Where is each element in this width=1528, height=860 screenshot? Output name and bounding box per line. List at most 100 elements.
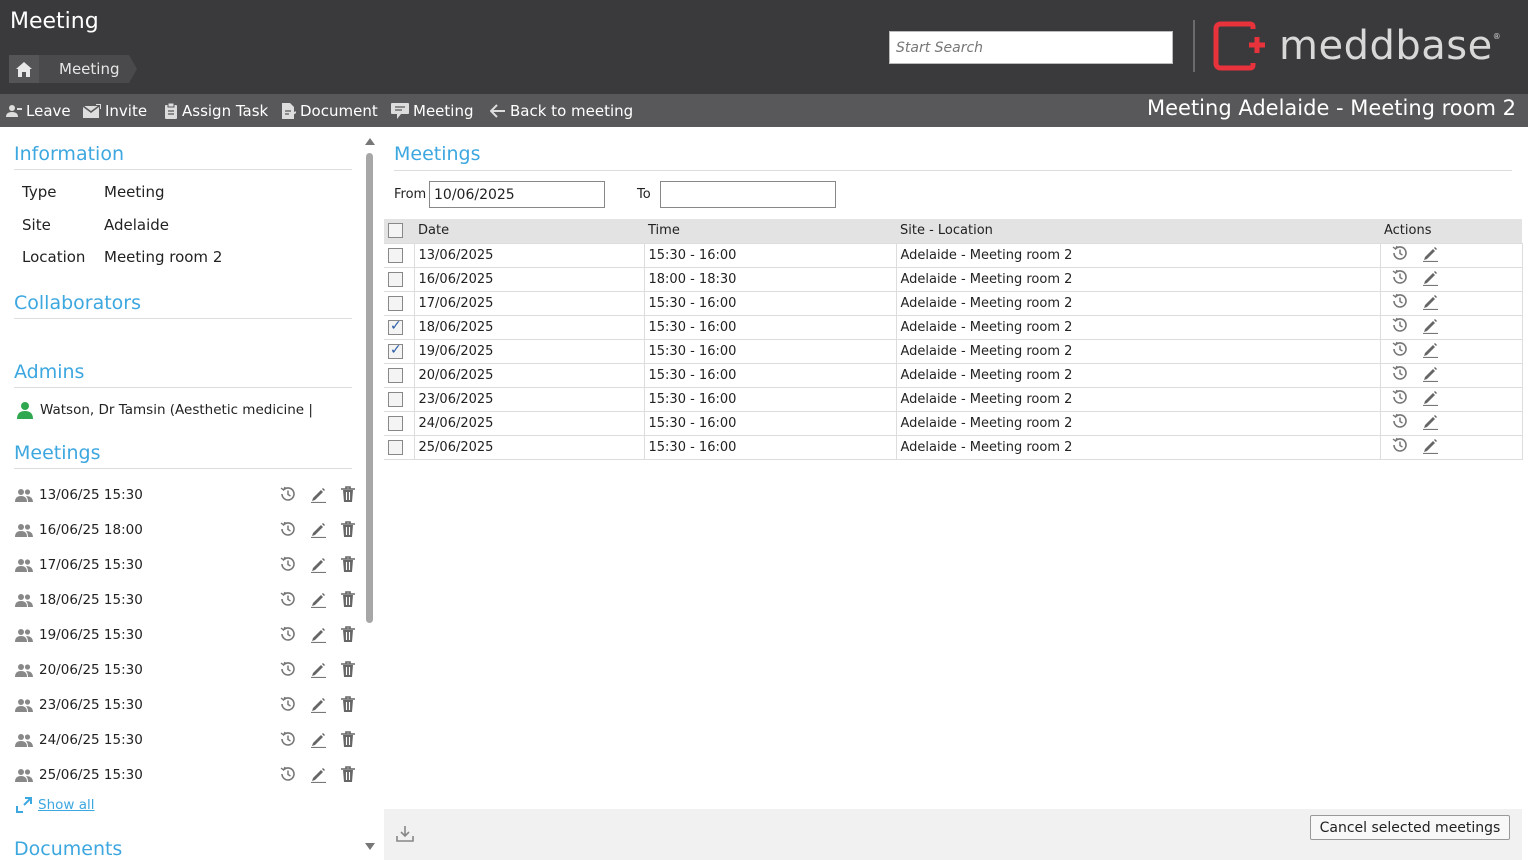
list-item[interactable]: 24/06/25 15:30 <box>15 729 355 751</box>
table-row[interactable]: 23/06/2025 15:30 - 16:00 Adelaide - Meetin… <box>384 386 1523 411</box>
edit-button[interactable] <box>1415 340 1445 362</box>
search-input[interactable] <box>889 31 1173 64</box>
scroll-thumb[interactable] <box>366 153 373 623</box>
history-button[interactable] <box>1385 340 1415 362</box>
table-row[interactable]: 13/06/2025 15:30 - 16:00 Adelaide - Meetin… <box>384 242 1523 267</box>
delete-button[interactable] <box>333 485 362 503</box>
to-date-input[interactable] <box>660 181 836 208</box>
edit-button[interactable] <box>1415 292 1445 314</box>
table-row[interactable]: 16/06/2025 18:00 - 18:30 Adelaide - Meetin… <box>384 266 1523 291</box>
column-header-time[interactable]: Time <box>644 219 896 243</box>
download-icon[interactable] <box>396 825 414 842</box>
edit-button[interactable] <box>303 520 333 538</box>
row-checkbox[interactable] <box>388 415 403 431</box>
history-button[interactable] <box>1385 268 1415 290</box>
left-panel: Information Type Meeting Site Adelaide L… <box>0 127 362 860</box>
list-item[interactable]: 16/06/25 18:00 <box>15 519 355 541</box>
row-checkbox[interactable] <box>388 367 403 383</box>
admin-item[interactable]: Watson, Dr Tamsin (Aesthetic medicine | <box>16 401 313 419</box>
history-button[interactable] <box>1385 388 1415 410</box>
table-row[interactable]: 17/06/2025 15:30 - 16:00 Adelaide - Meetin… <box>384 290 1523 315</box>
row-checkbox[interactable] <box>388 247 403 263</box>
column-header-site-location[interactable]: Site - Location <box>896 219 1380 243</box>
edit-button[interactable] <box>1415 388 1445 410</box>
breadcrumb-home[interactable] <box>9 55 47 83</box>
history-button[interactable] <box>273 765 303 783</box>
edit-button[interactable] <box>1415 244 1445 266</box>
meeting-button[interactable]: Meeting <box>391 94 473 127</box>
list-item[interactable]: 23/06/25 15:30 <box>15 694 355 716</box>
assign-task-button[interactable]: Assign Task <box>164 94 268 127</box>
table-row[interactable]: 20/06/2025 15:30 - 16:00 Adelaide - Meetin… <box>384 362 1523 387</box>
edit-button[interactable] <box>303 695 333 713</box>
row-checkbox[interactable] <box>388 318 403 335</box>
edit-button[interactable] <box>1415 364 1445 386</box>
edit-button[interactable] <box>303 625 333 643</box>
delete-button[interactable] <box>333 660 362 678</box>
delete-button[interactable] <box>333 730 362 748</box>
history-button[interactable] <box>273 730 303 748</box>
row-checkbox[interactable] <box>388 271 403 287</box>
list-item[interactable]: 25/06/25 15:30 <box>15 764 355 786</box>
row-checkbox[interactable] <box>388 295 403 311</box>
row-checkbox[interactable] <box>388 439 403 455</box>
scroll-down-icon[interactable] <box>365 843 375 850</box>
history-button[interactable] <box>273 695 303 713</box>
edit-button[interactable] <box>303 660 333 678</box>
list-item[interactable]: 13/06/25 15:30 <box>15 484 355 506</box>
table-row[interactable]: 18/06/202515:30 - 16:00Adelaide - Meetin… <box>384 314 1523 339</box>
back-to-meeting-button[interactable]: Back to meeting <box>490 94 633 127</box>
column-header-date[interactable]: Date <box>414 219 644 243</box>
breadcrumb-item-meeting[interactable]: Meeting <box>39 55 139 83</box>
document-button[interactable]: Document <box>281 94 378 127</box>
table-row[interactable]: 25/06/2025 15:30 - 16:00 Adelaide - Meetin… <box>384 434 1523 460</box>
history-button[interactable] <box>273 625 303 643</box>
list-item[interactable]: 19/06/25 15:30 <box>15 624 355 646</box>
history-button[interactable] <box>273 485 303 503</box>
edit-button[interactable] <box>303 765 333 783</box>
edit-button[interactable] <box>303 590 333 608</box>
delete-button[interactable] <box>333 555 362 573</box>
history-button[interactable] <box>1385 244 1415 266</box>
history-button[interactable] <box>273 660 303 678</box>
select-cell <box>384 242 414 267</box>
history-button[interactable] <box>1385 412 1415 434</box>
delete-button[interactable] <box>333 695 362 713</box>
cancel-selected-meetings-button[interactable]: Cancel selected meetings <box>1310 815 1510 840</box>
history-button[interactable] <box>1385 292 1415 314</box>
list-item[interactable]: 20/06/25 15:30 <box>15 659 355 681</box>
row-checkbox[interactable] <box>388 342 403 359</box>
show-all-link[interactable]: Show all <box>16 797 95 813</box>
table-row[interactable]: 24/06/2025 15:30 - 16:00 Adelaide - Meetin… <box>384 410 1523 435</box>
scroll-up-icon[interactable] <box>365 138 375 145</box>
time-cell: 15:30 - 16:00 <box>643 290 896 315</box>
edit-button[interactable] <box>303 555 333 573</box>
edit-button[interactable] <box>303 730 333 748</box>
edit-button[interactable] <box>1415 436 1445 458</box>
history-button[interactable] <box>1385 436 1415 458</box>
list-item[interactable]: 18/06/25 15:30 <box>15 589 355 611</box>
show-all-label[interactable]: Show all <box>38 797 95 813</box>
edit-button[interactable] <box>303 485 333 503</box>
invite-button[interactable]: Invite <box>83 94 147 127</box>
delete-button[interactable] <box>333 520 362 538</box>
from-date-input[interactable] <box>429 181 605 208</box>
history-button[interactable] <box>273 555 303 573</box>
history-button[interactable] <box>1385 316 1415 338</box>
edit-button[interactable] <box>1415 412 1445 434</box>
delete-button[interactable] <box>333 625 362 643</box>
leave-button[interactable]: Leave <box>6 94 71 127</box>
history-button[interactable] <box>273 590 303 608</box>
history-button[interactable] <box>1385 364 1415 386</box>
edit-button[interactable] <box>1415 316 1445 338</box>
meeting-actions <box>273 730 362 748</box>
delete-button[interactable] <box>333 590 362 608</box>
table-row[interactable]: 19/06/202515:30 - 16:00Adelaide - Meetin… <box>384 338 1523 363</box>
history-button[interactable] <box>273 520 303 538</box>
list-item[interactable]: 17/06/25 15:30 <box>15 554 355 576</box>
select-all-checkbox[interactable] <box>388 223 403 239</box>
left-scrollbar[interactable] <box>362 127 378 860</box>
row-checkbox[interactable] <box>388 391 403 407</box>
edit-button[interactable] <box>1415 268 1445 290</box>
delete-button[interactable] <box>333 765 362 783</box>
